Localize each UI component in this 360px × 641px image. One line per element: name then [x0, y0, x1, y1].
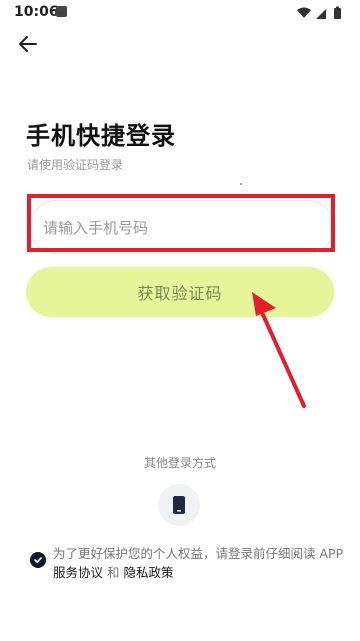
- back-arrow-icon: [19, 36, 37, 52]
- agreement-checkbox[interactable]: [30, 552, 46, 568]
- notification-icon: [56, 6, 67, 17]
- privacy-policy-link[interactable]: 隐私政策: [123, 565, 173, 580]
- other-login-label: 其他登录方式: [143, 456, 216, 470]
- status-bar: 10:06: [0, 0, 360, 26]
- back-button[interactable]: [14, 30, 42, 58]
- decorative-dot: [240, 183, 242, 185]
- annotation-highlight-box: [27, 194, 335, 252]
- page-subtitle: 请使用验证码登录: [27, 158, 124, 172]
- agreement-prefix: 为了更好保护您的个人权益，请登录前仔细阅读 APP: [53, 546, 344, 561]
- service-agreement-link[interactable]: 服务协议: [53, 565, 103, 580]
- get-code-button[interactable]: 获取验证码: [26, 267, 334, 317]
- phone-login-button[interactable]: [158, 484, 200, 526]
- status-icons: [296, 6, 350, 20]
- check-icon: [34, 557, 42, 563]
- wifi-signal-battery-icon: [297, 6, 341, 19]
- status-time: 10:06: [14, 4, 59, 20]
- phone-icon: [173, 496, 185, 514]
- agreement-text: 为了更好保护您的个人权益，请登录前仔细阅读 APP 服务协议 和 隐私政策: [53, 544, 345, 582]
- page-title: 手机快捷登录: [26, 122, 176, 150]
- agreement-and: 和: [103, 565, 124, 580]
